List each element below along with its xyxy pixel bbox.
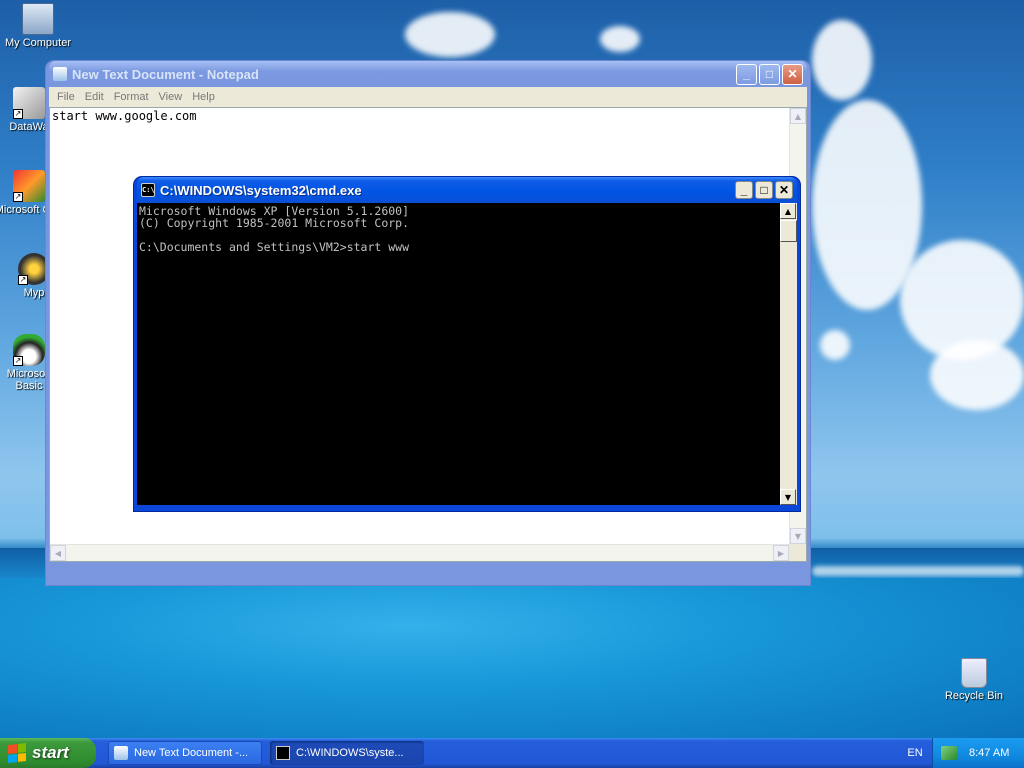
notepad-icon bbox=[114, 746, 128, 760]
console-prompt-line: C:\Documents and Settings\VM2>start www bbox=[139, 240, 410, 254]
clock[interactable]: 8:47 AM bbox=[969, 747, 1009, 759]
resize-grip[interactable] bbox=[789, 544, 806, 561]
taskbar-item-cmd[interactable]: C:\WINDOWS\syste... bbox=[270, 741, 424, 765]
vertical-scrollbar[interactable]: ▲ ▼ bbox=[780, 203, 797, 505]
shortcut-arrow-icon: ↗ bbox=[13, 356, 23, 366]
notepad-titlebar[interactable]: New Text Document - Notepad _ □ ✕ bbox=[49, 61, 807, 87]
close-button[interactable]: ✕ bbox=[775, 181, 793, 199]
horizontal-scrollbar[interactable]: ◀ ▶ bbox=[50, 544, 789, 561]
window-title: C:\WINDOWS\system32\cmd.exe bbox=[160, 182, 362, 198]
recycle-bin-icon bbox=[961, 658, 987, 688]
notepad-content: start www.google.com bbox=[52, 109, 197, 123]
windows-flag-icon bbox=[8, 743, 26, 763]
cloud bbox=[812, 20, 872, 100]
menu-view[interactable]: View bbox=[154, 91, 188, 103]
taskbar-item-notepad[interactable]: New Text Document -... bbox=[108, 741, 262, 765]
scroll-down-button[interactable]: ▼ bbox=[780, 489, 796, 505]
start-label: start bbox=[32, 743, 69, 762]
cloud bbox=[600, 26, 640, 52]
shortcut-app-icon: ↗ bbox=[13, 87, 45, 119]
minimize-button[interactable]: _ bbox=[736, 63, 757, 85]
scroll-down-button[interactable]: ▼ bbox=[790, 528, 806, 544]
desktop-icon-label: My Computer bbox=[4, 37, 72, 49]
console-line: (C) Copyright 1985-2001 Microsoft Corp. bbox=[139, 216, 410, 230]
cmd-titlebar[interactable]: C:\ C:\WINDOWS\system32\cmd.exe _ □ ✕ bbox=[137, 177, 797, 203]
start-button[interactable]: start bbox=[0, 738, 96, 768]
menu-help[interactable]: Help bbox=[187, 91, 220, 103]
menu-edit[interactable]: Edit bbox=[80, 91, 109, 103]
menu-format[interactable]: Format bbox=[109, 91, 154, 103]
notepad-icon bbox=[53, 67, 67, 81]
window-title: New Text Document - Notepad bbox=[72, 66, 259, 82]
visual-cpp-icon: ↗ bbox=[13, 170, 45, 202]
shortcut-arrow-icon: ↗ bbox=[13, 192, 23, 202]
taskbar-item-label: New Text Document -... bbox=[134, 747, 249, 759]
my-computer-icon bbox=[22, 3, 54, 35]
console-area[interactable]: Microsoft Windows XP [Version 5.1.2600](… bbox=[137, 203, 797, 505]
cmd-icon: C:\ bbox=[141, 183, 155, 197]
desktop-icon-my-computer[interactable]: My Computer bbox=[1, 3, 75, 49]
maximize-button[interactable]: □ bbox=[759, 63, 780, 85]
scroll-up-button[interactable]: ▲ bbox=[790, 108, 806, 124]
network-icon[interactable] bbox=[941, 746, 957, 760]
minimize-button[interactable]: _ bbox=[735, 181, 753, 199]
cloud bbox=[405, 12, 495, 57]
cmd-icon bbox=[276, 746, 290, 760]
desktop-icon-label: Recycle Bin bbox=[944, 690, 1004, 702]
shortcut-arrow-icon: ↗ bbox=[13, 109, 23, 119]
taskbar-item-label: C:\WINDOWS\syste... bbox=[296, 747, 404, 759]
cloud bbox=[820, 330, 850, 360]
maximize-button[interactable]: □ bbox=[755, 181, 773, 199]
language-indicator[interactable]: EN bbox=[900, 738, 930, 768]
taskbar: start New Text Document -... C:\WINDOWS\… bbox=[0, 738, 1024, 768]
menu-file[interactable]: File bbox=[52, 91, 80, 103]
menu-bar: File Edit Format View Help bbox=[49, 87, 807, 107]
scroll-right-button[interactable]: ▶ bbox=[773, 545, 789, 561]
visual-basic-icon: ↗ bbox=[13, 334, 45, 366]
cloud bbox=[930, 340, 1024, 410]
sea bbox=[0, 578, 1024, 738]
console-output: Microsoft Windows XP [Version 5.1.2600](… bbox=[139, 205, 409, 253]
scroll-thumb[interactable] bbox=[780, 220, 797, 242]
system-tray: 8:47 AM bbox=[932, 738, 1024, 768]
desktop-icon-recycle-bin[interactable]: Recycle Bin bbox=[937, 658, 1011, 702]
shortcut-arrow-icon: ↗ bbox=[18, 275, 28, 285]
cmd-window[interactable]: C:\ C:\WINDOWS\system32\cmd.exe _ □ ✕ Mi… bbox=[134, 177, 800, 511]
shore-foam bbox=[812, 566, 1024, 576]
scroll-left-button[interactable]: ◀ bbox=[50, 545, 66, 561]
scroll-up-button[interactable]: ▲ bbox=[780, 203, 796, 219]
close-button[interactable]: ✕ bbox=[782, 63, 803, 85]
